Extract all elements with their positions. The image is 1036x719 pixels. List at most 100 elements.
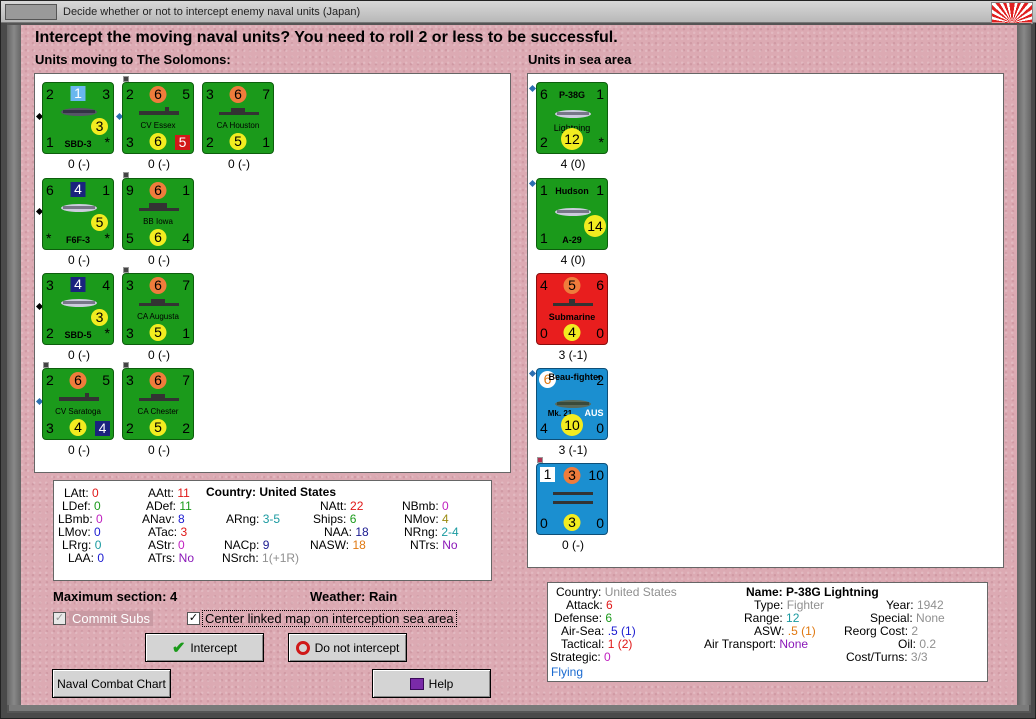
unit-counter[interactable]: 6 Beau-fighter 2 Mk. 21 AUS 4 10 0 3 (-1… <box>536 368 610 457</box>
unit-caption: 0 (-) <box>68 253 90 267</box>
unit-stat: 3 <box>206 86 214 102</box>
unit-stat: 0 <box>596 515 604 531</box>
help-button[interactable]: Help <box>372 669 491 698</box>
center-map-checkbox[interactable]: ✓ <box>187 612 200 625</box>
cruiser-icon <box>219 108 259 115</box>
unit-counter[interactable]: 1 Hudson 1 1 A-29 14 4 (0) <box>536 178 610 267</box>
info-oil: Oil: 0.2 <box>898 637 937 651</box>
title-bar[interactable]: Decide whether or not to intercept enemy… <box>1 1 1036 24</box>
system-menu-button[interactable] <box>5 4 57 20</box>
unit-stat: 3 <box>102 86 110 102</box>
unit-stat: 2 <box>46 86 54 102</box>
do-not-intercept-button[interactable]: Do not intercept <box>288 633 407 662</box>
unit-stat: 1 <box>596 182 604 198</box>
unit-caption: 0 (-) <box>562 538 584 552</box>
unit-counter[interactable]: 3 6 7 CA Augusta 3 5 1 0 (-) <box>122 273 196 362</box>
unit-stat: 4 <box>540 277 548 293</box>
unit-caption: 0 (-) <box>148 348 170 362</box>
unit-caption: 0 (-) <box>68 157 90 171</box>
stat-latt: LAtt: 0 <box>64 486 99 500</box>
unit-stat: * <box>104 230 110 246</box>
center-map-label[interactable]: Center linked map on interception sea ar… <box>202 610 457 627</box>
unit-counter[interactable]: 2 6 5 CV Essex 3 6 5 0 (-) <box>122 82 196 171</box>
unit-counter[interactable]: 6 P-38G 1 Lightning 2 12 * 4 (0) <box>536 82 610 171</box>
unit-stat: 7 <box>182 372 190 388</box>
stat-nrng: NRng: 2-4 <box>404 525 459 539</box>
unit-stat: 6 <box>149 86 167 103</box>
unit-caption: 3 (-1) <box>558 443 588 457</box>
help-button-label: Help <box>428 676 454 691</box>
info-range: Range: 12 <box>744 611 800 625</box>
unit-stat: 6 <box>149 229 167 246</box>
unit-name: BB Iowa <box>143 217 173 226</box>
unit-stat: 5 <box>91 214 108 231</box>
unit-name: CV Saratoga <box>55 407 101 416</box>
intercept-button[interactable]: ✔ Intercept <box>145 633 264 662</box>
unit-stat: 6 <box>149 133 167 150</box>
carrier-icon <box>139 107 179 115</box>
unit-stat: 1 <box>182 325 190 341</box>
unit-stat: 10 <box>561 414 583 436</box>
unit-caption: 0 (-) <box>228 157 250 171</box>
carrier-icon <box>59 393 99 401</box>
unit-stat: * <box>598 134 604 150</box>
unit-stat: 1 <box>540 467 555 482</box>
info-attack: Attack: 6 <box>566 598 613 612</box>
moving-units-list[interactable]: 2 1 3 3 1 SBD-3 * 0 (-) 2 6 5 CV Essex 3… <box>34 73 511 473</box>
unit-counter[interactable]: 2 6 5 CV Saratoga 3 4 4 0 (-) <box>42 368 116 457</box>
japan-flag-icon <box>991 2 1033 24</box>
left-frame-strip <box>7 25 21 705</box>
cruiser-icon <box>139 299 179 306</box>
naval-combat-chart-button[interactable]: Naval Combat Chart <box>52 669 171 698</box>
info-air-transport: Air Transport: None <box>704 637 809 651</box>
unit-stat: 14 <box>584 215 606 237</box>
unit-stat: 4 <box>70 277 86 292</box>
unit-stat: 3 <box>91 118 108 135</box>
info-cost-turns: Cost/Turns: 3/3 <box>846 650 928 664</box>
unit-stat: 2 <box>126 420 134 436</box>
stack-marker-icon <box>528 369 537 378</box>
unit-counter[interactable]: 9 6 1 BB Iowa 5 6 4 0 (-) <box>122 178 196 267</box>
unit-stat: 5 <box>149 324 167 341</box>
unit-stat: 1 <box>102 182 110 198</box>
unit-caption: 0 (-) <box>148 443 170 457</box>
unit-stat: 6 <box>69 372 87 389</box>
unit-counter[interactable]: 2 1 3 3 1 SBD-3 * 0 (-) <box>42 82 116 171</box>
intercept-button-label: Intercept <box>190 640 238 655</box>
unit-name: F6F-3 <box>65 235 90 245</box>
unit-counter[interactable]: 1 3 10 0 3 0 0 (-) <box>536 463 610 552</box>
unit-caption: 0 (-) <box>68 348 90 362</box>
stat-ldef: LDef: 0 <box>62 499 101 513</box>
window-title: Decide whether or not to intercept enemy… <box>63 6 361 18</box>
unit-counter[interactable]: 6 4 1 5 * F6F-3 * 0 (-) <box>42 178 116 267</box>
unit-stat: 9 <box>126 182 134 198</box>
stat-lbmb: LBmb: 0 <box>58 512 103 526</box>
unit-stat: 3 <box>126 134 134 150</box>
info-defense: Defense: 6 <box>554 611 613 625</box>
unit-stat: 5 <box>175 135 190 150</box>
unit-stat: 4 <box>182 230 190 246</box>
unit-name: CA Houston <box>216 121 260 130</box>
unit-counter[interactable]: 3 6 7 CA Chester 2 5 2 0 (-) <box>122 368 196 457</box>
unit-stat: 6 <box>229 86 247 103</box>
unit-counter[interactable]: 4 5 6 Submarine 0 4 0 3 (-1) <box>536 273 610 362</box>
unit-stat: 12 <box>561 128 583 150</box>
max-section-label: Maximum section: 4 <box>53 589 178 604</box>
naval-combat-chart-button-label: Naval Combat Chart <box>57 676 166 691</box>
info-type: Type: Fighter <box>754 598 825 612</box>
info-strategic: Strategic: 0 <box>550 650 611 664</box>
sea-area-units-list[interactable]: 6 P-38G 1 Lightning 2 12 * 4 (0) 1 Hudso… <box>527 73 1004 568</box>
info-flying: Flying <box>551 665 584 679</box>
stat-astr: AStr: 0 <box>148 538 185 552</box>
unit-name: CA Augusta <box>137 312 179 321</box>
country-stats-panel: LAtt: 0 LDef: 0 LBmb: 0 LMov: 0 LRrg: 0 … <box>53 480 492 581</box>
fighter-icon <box>555 110 591 118</box>
commit-subs-checkbox[interactable]: ✓ <box>53 612 66 625</box>
unit-counter[interactable]: 3 6 7 CA Houston 2 5 1 0 (-) <box>202 82 276 171</box>
unit-stat: 7 <box>262 86 270 102</box>
unit-name: Submarine <box>548 312 596 322</box>
unit-stat: 4 <box>102 277 110 293</box>
stat-nsrch: NSrch: 1(+1R) <box>222 551 300 565</box>
unit-stat: 7 <box>182 277 190 293</box>
unit-counter[interactable]: 3 4 4 3 2 SBD-5 * 0 (-) <box>42 273 116 362</box>
